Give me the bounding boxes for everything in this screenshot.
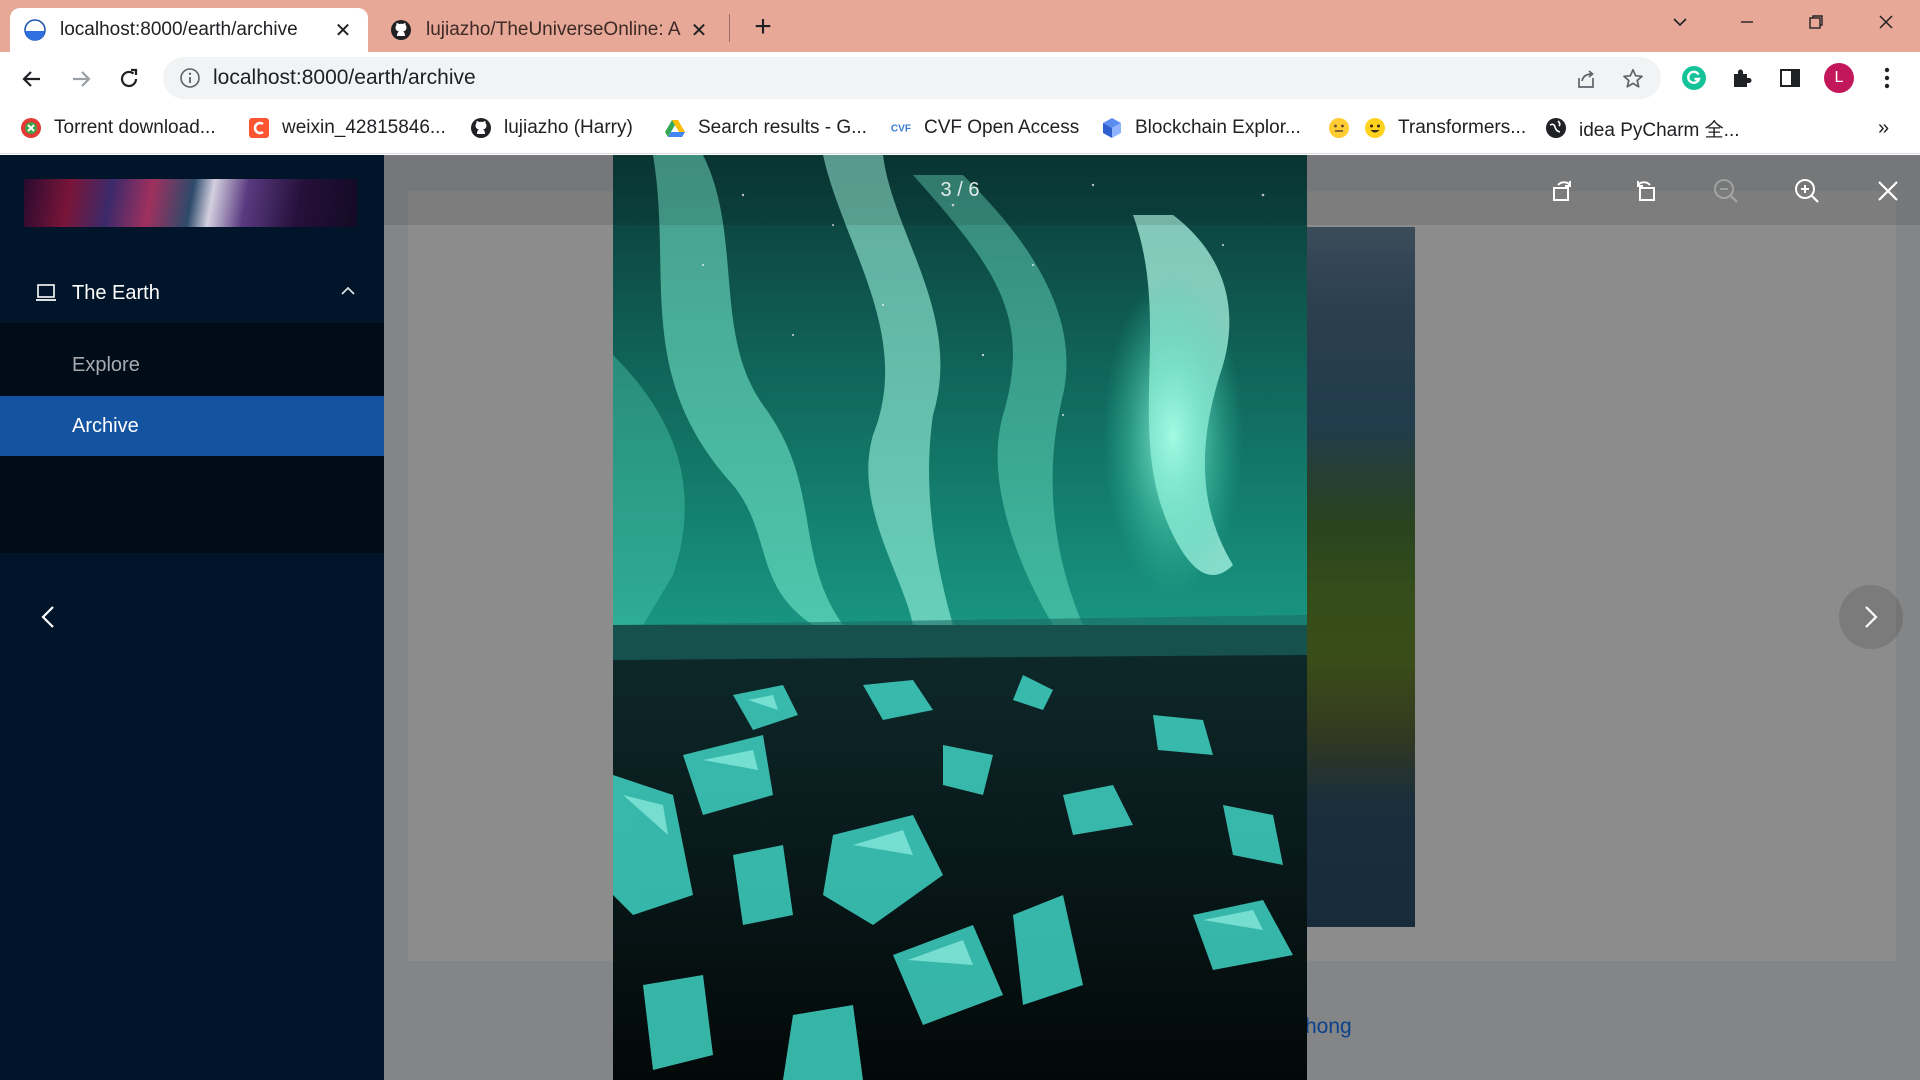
preview-image-aurora[interactable] bbox=[613, 155, 1307, 1080]
galaxy-logo[interactable] bbox=[24, 179, 357, 227]
bookmark-item[interactable] bbox=[1328, 114, 1362, 142]
tab-title: localhost:8000/earth/archive bbox=[60, 19, 298, 40]
address-bar[interactable]: localhost:8000/earth/archive bbox=[163, 57, 1661, 99]
back-button[interactable] bbox=[15, 62, 49, 96]
new-tab-button[interactable]: + bbox=[748, 10, 778, 44]
preview-operations-bar bbox=[384, 155, 1920, 225]
bookmarks-overflow-button[interactable]: » bbox=[1878, 114, 1889, 142]
bookmark-item[interactable]: idea PyCharm 全... bbox=[1545, 114, 1740, 142]
preview-counter: 3 / 6 bbox=[940, 179, 980, 201]
close-window-button[interactable] bbox=[1866, 6, 1906, 38]
hugging-face-icon bbox=[1364, 117, 1386, 139]
profile-avatar[interactable]: L bbox=[1824, 63, 1854, 93]
laptop-icon bbox=[36, 284, 56, 301]
extensions-puzzle-icon[interactable] bbox=[1726, 62, 1758, 94]
rotate-left-icon[interactable] bbox=[1545, 173, 1581, 209]
bookmark-item[interactable]: weixin_42815846... bbox=[248, 114, 446, 142]
bookmarks-bar: Torrent download... weixin_42815846... l… bbox=[0, 104, 1920, 154]
tab-earth-archive[interactable]: localhost:8000/earth/archive ✕ bbox=[10, 8, 368, 52]
url-text[interactable]: localhost:8000/earth/archive bbox=[213, 66, 476, 90]
zoom-in-icon[interactable] bbox=[1789, 173, 1825, 209]
sidebar-item-label: Archive bbox=[72, 414, 139, 437]
arrow-right-icon bbox=[73, 71, 91, 87]
bookmark-star-icon[interactable] bbox=[1621, 67, 1645, 91]
chevron-up-icon bbox=[341, 286, 355, 295]
bookmark-item[interactable]: lujiazho (Harry) bbox=[470, 114, 633, 142]
preview-prev-button[interactable] bbox=[16, 585, 80, 649]
browser-tab-strip: localhost:8000/earth/archive ✕ lujiazho/… bbox=[0, 0, 1920, 52]
kebab-menu-icon[interactable] bbox=[1871, 62, 1903, 94]
restore-button[interactable] bbox=[1796, 6, 1836, 38]
preview-next-button[interactable] bbox=[1839, 585, 1903, 649]
tab-search-icon[interactable] bbox=[1660, 6, 1700, 38]
emoji-icon bbox=[1328, 117, 1350, 139]
tab-close-icon[interactable]: ✕ bbox=[332, 18, 354, 43]
blockchain-icon bbox=[1101, 117, 1123, 139]
submenu: Explore Archive bbox=[0, 323, 384, 553]
minimize-button[interactable] bbox=[1727, 6, 1767, 38]
menu-group-the-earth[interactable]: The Earth bbox=[0, 263, 384, 323]
csdn-icon bbox=[248, 117, 270, 139]
torrent-icon bbox=[20, 117, 42, 139]
tab-separator bbox=[729, 14, 730, 42]
reload-icon bbox=[120, 68, 138, 88]
tab-title: lujiazho/TheUniverseOnline: A bbox=[426, 19, 681, 40]
forward-button[interactable] bbox=[64, 62, 98, 96]
cvf-icon: CVF bbox=[890, 117, 912, 139]
app-viewport: The Earth Explore Archive ia Zhong 3 / 6 bbox=[0, 155, 1920, 1080]
side-panel-icon[interactable] bbox=[1774, 62, 1806, 94]
tab-github-repo[interactable]: lujiazho/TheUniverseOnline: A ✕ bbox=[376, 8, 724, 52]
bookmark-item[interactable]: CVF CVF Open Access bbox=[890, 114, 1079, 142]
github-icon bbox=[470, 117, 492, 139]
bookmark-item[interactable]: Search results - G... bbox=[664, 114, 867, 142]
rotate-right-icon[interactable] bbox=[1627, 173, 1663, 209]
tab-close-icon[interactable]: ✕ bbox=[688, 18, 710, 43]
sidebar-item-label: Explore bbox=[72, 353, 140, 376]
bookmark-item[interactable]: Transformers... bbox=[1364, 114, 1526, 142]
menu-group-label: The Earth bbox=[72, 281, 160, 304]
google-drive-icon bbox=[664, 117, 686, 139]
bookmark-item[interactable]: Blockchain Explor... bbox=[1101, 114, 1301, 142]
share-icon[interactable] bbox=[1574, 67, 1598, 91]
site-favicon-icon bbox=[24, 19, 46, 41]
grammarly-icon[interactable] bbox=[1678, 62, 1710, 94]
chevron-left-icon bbox=[41, 606, 54, 628]
chevron-right-icon bbox=[1865, 606, 1878, 628]
site-info-icon[interactable] bbox=[179, 67, 201, 89]
sidebar-item-archive[interactable]: Archive bbox=[0, 396, 384, 456]
sidebar-item-explore[interactable]: Explore bbox=[0, 335, 384, 395]
svg-text:CVF: CVF bbox=[891, 124, 911, 135]
zoom-out-icon[interactable] bbox=[1708, 173, 1744, 209]
close-icon[interactable] bbox=[1870, 173, 1906, 209]
arrow-left-icon bbox=[22, 71, 40, 87]
bookmark-item[interactable]: Torrent download... bbox=[20, 114, 216, 142]
reload-button[interactable] bbox=[112, 62, 146, 96]
globe-icon bbox=[1545, 117, 1567, 139]
github-icon bbox=[391, 20, 411, 40]
